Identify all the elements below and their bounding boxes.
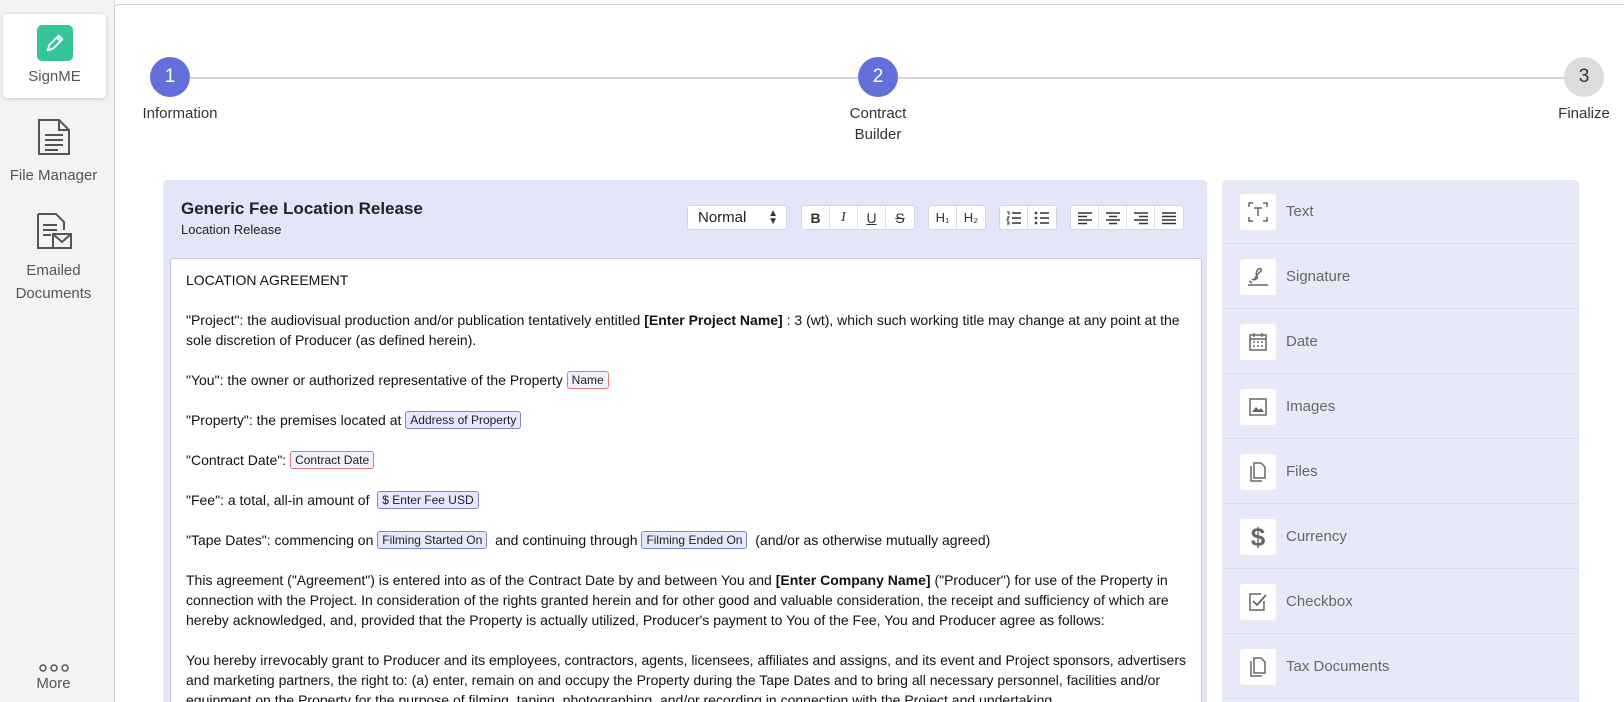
field-label: Tax Documents xyxy=(1286,658,1390,675)
field-label: Text xyxy=(1286,203,1314,220)
format-select[interactable]: Normal ▲ ▼ xyxy=(687,205,787,230)
sidebar-item-label: SignME xyxy=(28,68,81,85)
filming-started-field-tag[interactable]: Filming Started On xyxy=(377,531,488,549)
italic-button[interactable]: I xyxy=(830,206,858,229)
sidebar-item-file-manager[interactable]: File Manager xyxy=(0,118,107,184)
clause-you: "You": the owner or authorized represent… xyxy=(186,370,1186,390)
sidebar-item-emailed-documents[interactable]: Emailed Documents xyxy=(0,212,107,302)
field-images[interactable]: Images xyxy=(1222,375,1579,439)
format-select-value: Normal xyxy=(698,209,747,226)
list-group xyxy=(999,205,1057,230)
sidebar-item-signme[interactable]: SignME xyxy=(3,14,106,98)
filming-ended-field-tag[interactable]: Filming Ended On xyxy=(641,531,748,549)
clause-agreement: This agreement ("Agreement") is entered … xyxy=(186,572,1169,628)
heading-2-button[interactable]: H₂ xyxy=(957,206,985,229)
step-2-label-line2: Builder xyxy=(854,126,902,143)
field-label: Files xyxy=(1286,463,1318,480)
document-icon xyxy=(0,118,107,164)
clause-grant: You hereby irrevocably grant to Producer… xyxy=(186,652,1186,702)
step-2-label-line1: Contract xyxy=(849,105,907,122)
sidebar: SignME File Manager Emailed Documents Mo… xyxy=(0,0,115,702)
pen-icon xyxy=(36,25,73,61)
clause-tape-dates: "Tape Dates": commencing on Filming Star… xyxy=(186,531,991,549)
fee-field-tag[interactable]: $ Enter Fee USD xyxy=(377,491,479,509)
text-field-icon xyxy=(1240,193,1276,230)
align-center-icon xyxy=(1105,211,1120,224)
step-1-label: Information xyxy=(142,105,218,122)
step-connector xyxy=(898,77,1564,79)
field-tax-documents[interactable]: Tax Documents xyxy=(1222,635,1579,699)
field-currency[interactable]: $ Currency xyxy=(1222,505,1579,569)
dollar-icon: $ xyxy=(1240,518,1276,555)
clause-contract-date: "Contract Date": Contract Date xyxy=(186,450,1186,470)
underline-button[interactable]: U xyxy=(858,206,886,229)
step-2-label: Contract Builder xyxy=(818,103,938,145)
clause-project: "Project": the audiovisual production an… xyxy=(186,312,1180,348)
field-label: Currency xyxy=(1286,528,1347,545)
clause-property: "Property": the premises located at Addr… xyxy=(186,410,1186,430)
document-body[interactable]: LOCATION AGREEMENT "Project": the audiov… xyxy=(170,258,1202,702)
align-justify-icon xyxy=(1162,211,1176,224)
tax-documents-icon xyxy=(1240,648,1276,685)
step-2-circle[interactable]: 2 xyxy=(858,57,898,97)
sidebar-item-more[interactable]: More xyxy=(0,658,107,702)
strikethrough-button[interactable]: S xyxy=(886,206,914,229)
align-right-button[interactable] xyxy=(1127,206,1155,229)
document-heading: LOCATION AGREEMENT xyxy=(186,272,349,288)
image-icon xyxy=(1240,388,1276,425)
step-3-label: Finalize xyxy=(1558,105,1610,122)
field-label: Checkbox xyxy=(1286,593,1353,610)
field-checkbox[interactable]: Checkbox xyxy=(1222,570,1579,634)
sort-caret-icon: ▲ ▼ xyxy=(768,208,778,227)
project-name-placeholder: [Enter Project Name] xyxy=(644,312,783,328)
field-text[interactable]: Text xyxy=(1222,180,1579,244)
step-connector xyxy=(190,77,858,79)
sidebar-item-label: Emailed Documents xyxy=(15,262,92,302)
text-style-group: B I U S xyxy=(801,205,915,230)
bold-button[interactable]: B xyxy=(802,206,830,229)
contract-editor: Generic Fee Location Release Location Re… xyxy=(163,180,1207,702)
bullet-list-icon xyxy=(1034,211,1049,224)
calendar-icon xyxy=(1240,323,1276,360)
company-name-placeholder: [Enter Company Name] xyxy=(775,572,931,588)
field-label: Images xyxy=(1286,398,1336,415)
contract-date-field-tag[interactable]: Contract Date xyxy=(290,451,375,469)
signature-icon xyxy=(1240,258,1276,295)
sidebar-item-label: File Manager xyxy=(9,167,98,184)
alignment-group xyxy=(1070,205,1184,230)
ellipsis-icon xyxy=(0,658,107,672)
align-justify-button[interactable] xyxy=(1155,206,1183,229)
field-label: Date xyxy=(1286,333,1318,350)
document-subtitle: Location Release xyxy=(181,222,282,237)
align-center-button[interactable] xyxy=(1099,206,1127,229)
heading-group: H₁ H₂ xyxy=(928,205,986,230)
align-left-button[interactable] xyxy=(1071,206,1099,229)
name-field-tag[interactable]: Name xyxy=(566,371,609,389)
address-field-tag[interactable]: Address of Property xyxy=(405,411,522,429)
sidebar-item-label: More xyxy=(36,675,71,692)
field-date[interactable]: Date xyxy=(1222,310,1579,374)
checkbox-icon xyxy=(1240,583,1276,620)
field-files[interactable]: Files xyxy=(1222,440,1579,504)
ordered-list-icon xyxy=(1005,211,1021,224)
ordered-list-button[interactable] xyxy=(1000,206,1028,229)
clause-fee: "Fee": a total, all-in amount of $ Enter… xyxy=(186,490,1186,510)
field-label: Signature xyxy=(1286,268,1351,285)
email-document-icon xyxy=(0,212,107,259)
align-right-icon xyxy=(1133,211,1148,224)
field-signature[interactable]: Signature xyxy=(1222,245,1579,309)
field-palette: Text Signature Date Images Files $ Curre… xyxy=(1222,180,1579,702)
step-1-circle[interactable]: 1 xyxy=(150,57,190,97)
align-left-icon xyxy=(1077,211,1092,224)
bullet-list-button[interactable] xyxy=(1028,206,1056,229)
step-3-circle[interactable]: 3 xyxy=(1564,57,1604,97)
heading-1-button[interactable]: H₁ xyxy=(929,206,957,229)
document-title: Generic Fee Location Release xyxy=(181,199,423,218)
files-icon xyxy=(1240,453,1276,490)
